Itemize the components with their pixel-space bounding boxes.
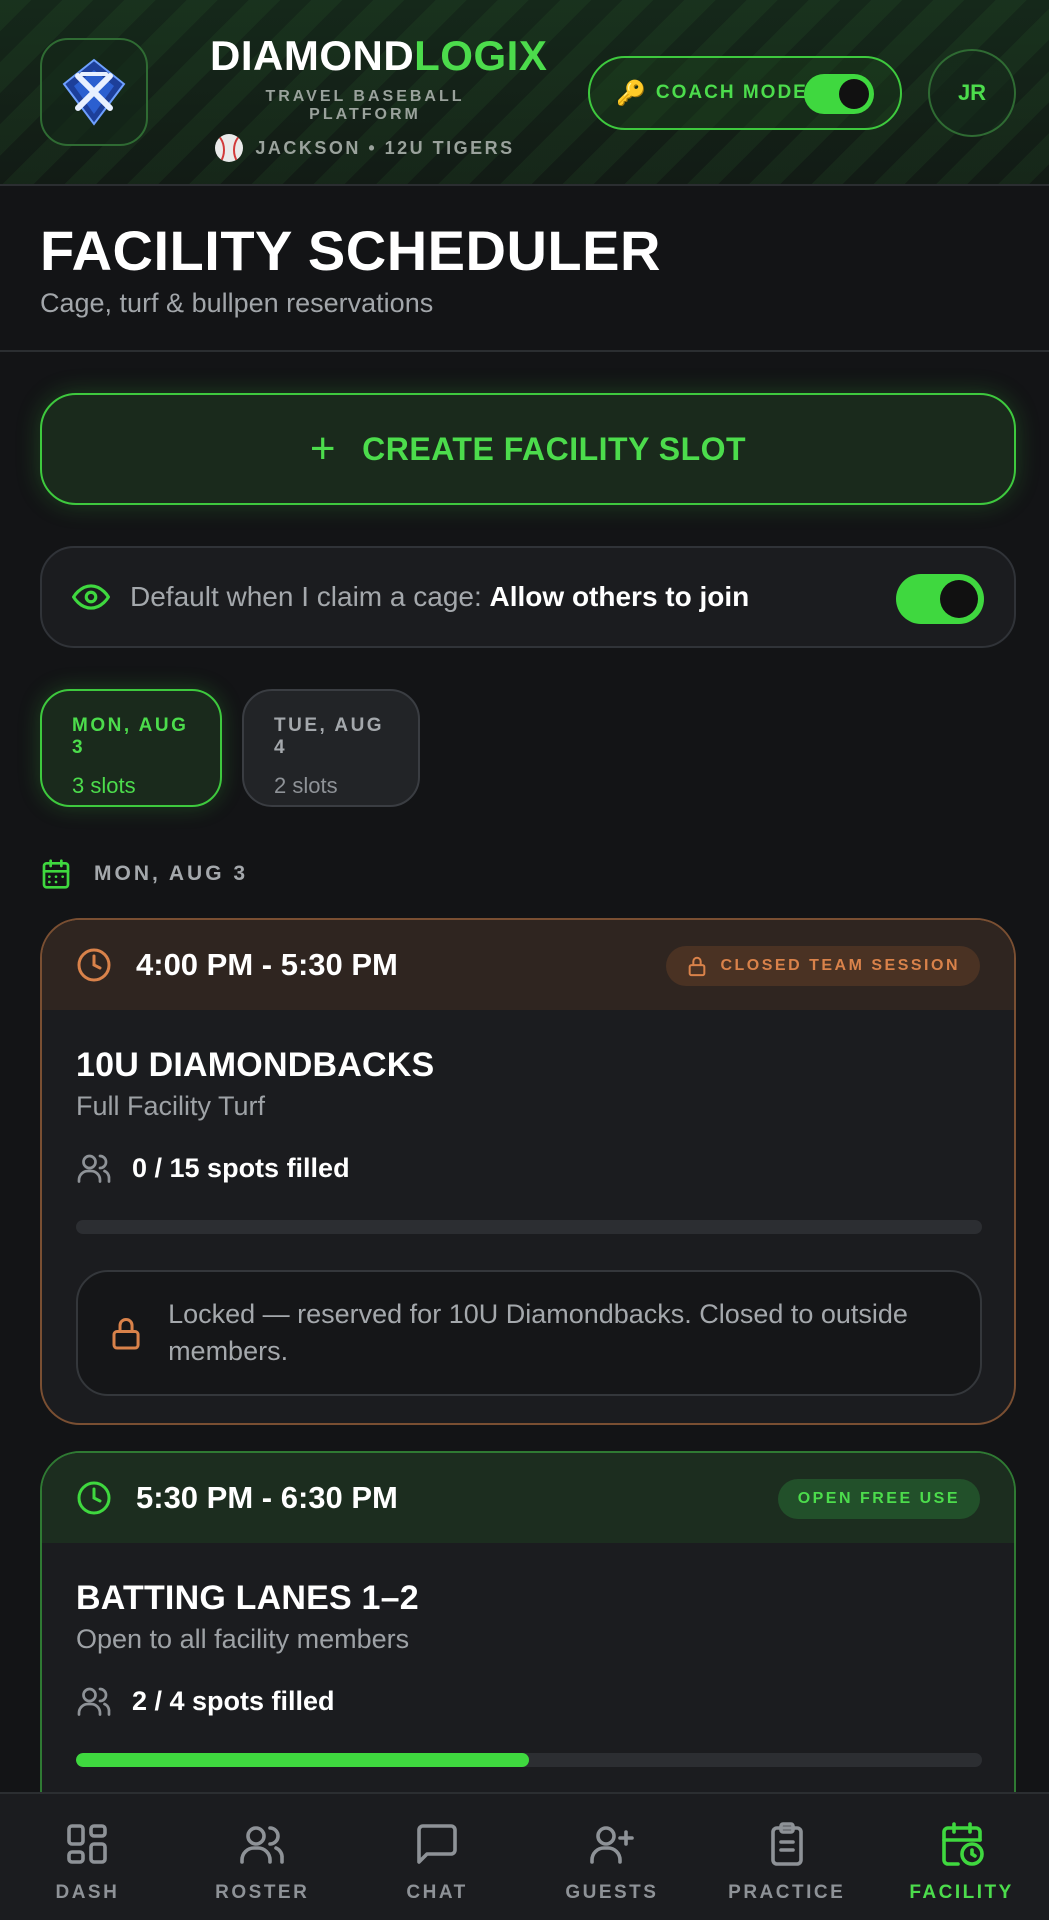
baseball-icon — [215, 134, 244, 162]
brand-name: DIAMONDLOGIX — [210, 30, 547, 82]
capacity-bar-fill — [76, 1753, 529, 1767]
dashboard-icon — [67, 1824, 108, 1864]
slot-time: 4:00 PM - 5:30 PM — [136, 947, 398, 982]
brand-block: DIAMONDLOGIX TRAVEL BASEBALL PLATFORM JA… — [210, 30, 547, 162]
brand-name-part2: LOGIX — [414, 32, 548, 79]
day-chip-date: TUE, AUG 4 — [274, 715, 385, 758]
day-chip-tue[interactable]: TUE, AUG 4 2 slots — [242, 689, 420, 807]
brand-name-part1: DIAMOND — [210, 32, 415, 79]
users-icon — [77, 1154, 111, 1183]
status-badge: CLOSED TEAM SESSION — [666, 946, 980, 986]
spots-row: 2 / 4 spots filled — [76, 1683, 980, 1719]
bottom-nav: DASH ROSTER CHAT GUESTS PRACTICE FACILIT… — [0, 1792, 1049, 1920]
day-chip-slots: 3 slots — [72, 773, 136, 798]
coach-mode-label: COACH MODE — [655, 82, 808, 103]
nav-practice[interactable]: PRACTICE — [699, 1794, 874, 1920]
nav-label: CHAT — [406, 1882, 468, 1903]
team-label: JACKSON • 12U TIGERS — [255, 137, 515, 158]
create-button-label: CREATE FACILITY SLOT — [362, 430, 747, 467]
user-avatar[interactable]: JR — [928, 49, 1016, 137]
lock-icon — [112, 1317, 140, 1350]
nav-chat[interactable]: CHAT — [350, 1794, 525, 1920]
slot-name: 10U DIAMONDBACKS — [76, 1046, 435, 1084]
slot-card-body: 10U DIAMONDBACKS Full Facility Turf 0 / … — [42, 1010, 1014, 1396]
nav-label: DASH — [55, 1882, 120, 1903]
switch-knob — [839, 79, 869, 109]
day-chip-date: MON, AUG 3 — [72, 715, 189, 758]
calendar-clock-icon — [941, 1822, 984, 1866]
preference-value: Allow others to join — [489, 581, 750, 612]
platform-tagline: TRAVEL BASEBALL PLATFORM — [265, 88, 465, 123]
chat-icon — [417, 1824, 457, 1864]
page-subtitle: Cage, turf & bullpen reservations — [40, 288, 434, 318]
slot-location: Open to all facility members — [76, 1624, 410, 1654]
plus-icon: + — [309, 424, 337, 473]
coach-mode-toggle[interactable]: 🔑 COACH MODE — [588, 56, 902, 130]
clock-icon — [77, 948, 111, 982]
nav-label: FACILITY — [909, 1882, 1014, 1903]
key-icon: 🔑 — [616, 79, 646, 107]
clock-icon — [77, 1481, 111, 1515]
spots-row: 0 / 15 spots filled — [76, 1150, 980, 1186]
capacity-bar — [76, 1753, 982, 1767]
calendar-icon — [42, 859, 70, 889]
eye-icon — [72, 584, 110, 610]
slot-card-header: 5:30 PM - 6:30 PM OPEN FREE USE — [42, 1453, 1014, 1543]
default-claim-preference: Default when I claim a cage: Allow other… — [40, 546, 1016, 648]
status-badge-label: CLOSED TEAM SESSION — [720, 957, 960, 974]
slot-card-body: BATTING LANES 1–2 Open to all facility m… — [42, 1543, 1014, 1767]
day-chip-slots: 2 slots — [274, 773, 338, 798]
slot-card[interactable]: 4:00 PM - 5:30 PM CLOSED TEAM SESSION 10… — [40, 918, 1016, 1425]
page-title: FACILITY SCHEDULER — [40, 219, 661, 282]
slot-location: Full Facility Turf — [76, 1091, 266, 1121]
spots-filled: 0 / 15 spots filled — [132, 1152, 350, 1183]
nav-label: GUESTS — [565, 1882, 659, 1903]
app-logo[interactable] — [40, 38, 148, 146]
lock-icon — [689, 956, 706, 977]
create-facility-slot-button[interactable]: + CREATE FACILITY SLOT — [40, 393, 1016, 505]
preference-prefix: Default when I claim a cage: — [130, 581, 490, 612]
team-line: JACKSON • 12U TIGERS — [210, 134, 520, 162]
section-date-label: MON, AUG 3 — [94, 862, 249, 885]
nav-guests[interactable]: GUESTS — [524, 1794, 699, 1920]
nav-roster[interactable]: ROSTER — [175, 1794, 350, 1920]
nav-facility[interactable]: FACILITY — [874, 1794, 1049, 1920]
switch-knob — [940, 580, 978, 618]
spots-filled: 2 / 4 spots filled — [132, 1685, 335, 1716]
slot-name: BATTING LANES 1–2 — [76, 1579, 419, 1617]
preference-text: Default when I claim a cage: Allow other… — [130, 581, 749, 613]
section-date-header: MON, AUG 3 — [40, 858, 248, 890]
app-header: DIAMONDLOGIX TRAVEL BASEBALL PLATFORM JA… — [0, 0, 1049, 186]
users-icon — [240, 1826, 285, 1864]
title-section: FACILITY SCHEDULER Cage, turf & bullpen … — [0, 188, 1049, 352]
slot-time: 5:30 PM - 6:30 PM — [136, 1480, 398, 1515]
status-badge-label: OPEN FREE USE — [797, 1490, 960, 1507]
capacity-bar — [76, 1220, 982, 1234]
allow-others-toggle[interactable] — [896, 574, 984, 624]
slot-card-header: 4:00 PM - 5:30 PM CLOSED TEAM SESSION — [42, 920, 1014, 1010]
nav-label: ROSTER — [215, 1882, 310, 1903]
nav-label: PRACTICE — [728, 1882, 846, 1903]
clipboard-icon — [770, 1822, 803, 1866]
day-chip-mon[interactable]: MON, AUG 3 3 slots — [40, 689, 222, 807]
users-icon — [77, 1687, 111, 1716]
user-plus-icon — [590, 1826, 634, 1864]
diamond-logo-icon — [62, 58, 126, 126]
nav-dash[interactable]: DASH — [0, 1794, 175, 1920]
coach-mode-switch[interactable] — [804, 74, 874, 114]
locked-notice: Locked — reserved for 10U Diamondbacks. … — [76, 1270, 982, 1396]
status-badge: OPEN FREE USE — [777, 1479, 980, 1519]
locked-message: Locked — reserved for 10U Diamondbacks. … — [168, 1299, 908, 1366]
